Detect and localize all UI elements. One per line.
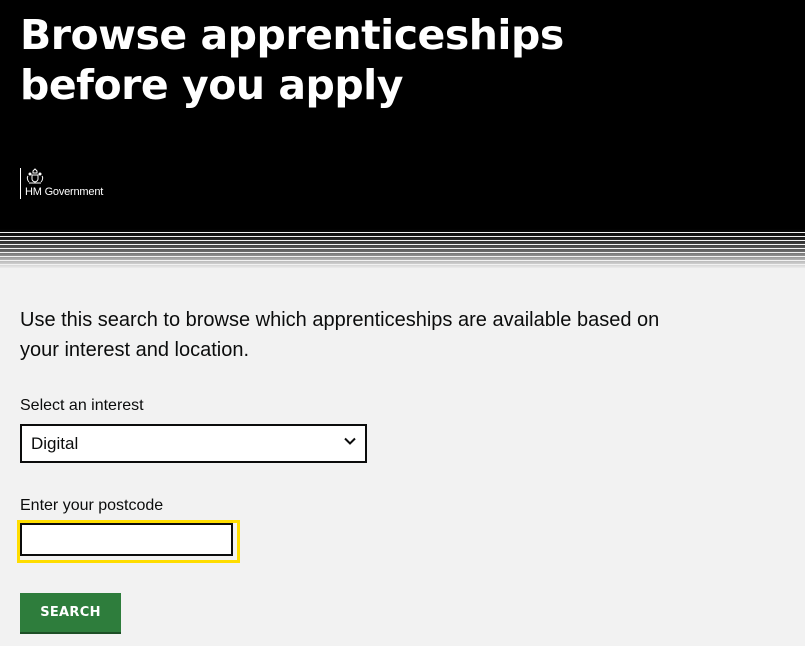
interest-selected-value: Digital [31, 434, 79, 453]
hm-government-text: HM Government [25, 186, 104, 198]
postcode-focus-ring [17, 520, 240, 563]
hero-fade-divider [0, 229, 805, 269]
interest-label: Select an interest [20, 397, 144, 414]
search-button[interactable]: SEARCH [20, 593, 121, 632]
intro-text: Use this search to browse which apprenti… [20, 309, 660, 361]
interest-select[interactable]: Digital [20, 424, 367, 463]
hero-banner: Browse apprenticeships before you apply … [0, 0, 805, 229]
hm-government-logo: HM Government [20, 168, 103, 199]
royal-coat-of-arms-icon [26, 168, 44, 184]
page-title: Browse apprenticeships before you apply [20, 11, 564, 109]
postcode-input[interactable] [20, 523, 233, 556]
postcode-label: Enter your postcode [20, 497, 164, 514]
chevron-down-icon [344, 437, 356, 445]
